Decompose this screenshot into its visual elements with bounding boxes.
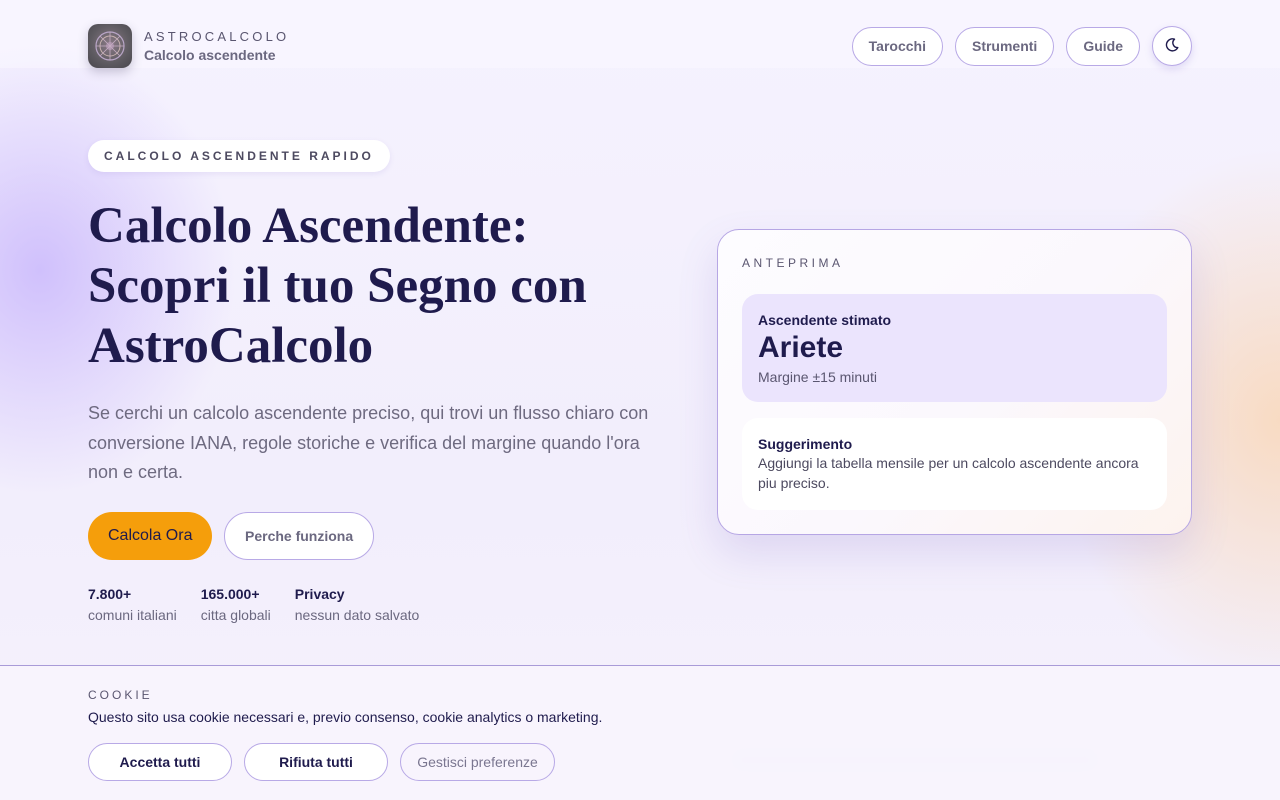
cookie-message: Questo sito usa cookie necessari e, prev… <box>88 709 603 725</box>
moon-icon <box>1165 37 1179 55</box>
result-label: Ascendente stimato <box>758 312 892 328</box>
hero-lead: Se cerchi un calcolo ascendente preciso,… <box>88 403 649 482</box>
stat-item: 7.800+ comuni italiani <box>88 586 177 623</box>
ascendant-result-panel: Ascendente stimato Ariete Margine ±15 mi… <box>742 294 1167 402</box>
stat-value: Privacy <box>294 586 345 602</box>
brand-name: ASTROCALCOLO <box>144 29 290 44</box>
calculate-now-button[interactable]: Calcola Ora <box>88 512 213 560</box>
theme-toggle-button[interactable] <box>1152 26 1192 66</box>
tip-text: Aggiungi la tabella mensile per un calco… <box>758 455 1139 491</box>
stat-value: 165.000+ <box>200 586 260 602</box>
nav-item-strumenti[interactable]: Strumenti <box>954 26 1055 66</box>
result-margin-note: Margine ±15 minuti <box>758 369 877 385</box>
stat-label: comuni italiani <box>88 607 177 623</box>
reject-all-cookies-button[interactable]: Rifiuta tutti <box>244 743 388 781</box>
tip-panel: Suggerimento Aggiungi la tabella mensile… <box>742 418 1167 510</box>
stat-value: 7.800+ <box>88 586 132 602</box>
page-title: Calcolo Ascendente: Scopri il tuo Segno … <box>88 198 587 374</box>
stat-item: 165.000+ citta globali <box>201 586 271 623</box>
brand-subtitle: Calcolo ascendente <box>144 47 276 63</box>
manage-cookie-preferences-button[interactable]: Gestisci preferenze <box>400 743 555 781</box>
stat-item: Privacy nessun dato salvato <box>295 586 420 623</box>
brand[interactable]: ASTROCALCOLO Calcolo ascendente <box>88 24 289 68</box>
top-nav: Tarocchi Strumenti Guide <box>851 26 1192 66</box>
accept-all-cookies-button[interactable]: Accetta tutti <box>88 743 232 781</box>
why-it-works-button[interactable]: Perche funziona <box>224 512 375 560</box>
stat-label: nessun dato salvato <box>294 607 420 623</box>
nav-item-guide[interactable]: Guide <box>1066 26 1140 66</box>
result-value: Ariete <box>758 331 844 364</box>
hero-eyebrow-badge: CALCOLO ASCENDENTE RAPIDO <box>88 140 390 172</box>
nav-item-tarocchi[interactable]: Tarocchi <box>851 26 943 66</box>
cookie-banner: COOKIE Questo sito usa cookie necessari … <box>0 665 1280 800</box>
preview-card: ANTEPRIMA Ascendente stimato Ariete Marg… <box>717 229 1192 535</box>
cookie-eyebrow: COOKIE <box>88 688 153 702</box>
zodiac-wheel-icon <box>88 24 132 68</box>
hero-stats: 7.800+ comuni italiani 165.000+ citta gl… <box>88 586 419 623</box>
tip-title: Suggerimento <box>758 436 853 452</box>
preview-eyebrow: ANTEPRIMA <box>742 256 844 270</box>
stat-label: citta globali <box>200 607 271 623</box>
